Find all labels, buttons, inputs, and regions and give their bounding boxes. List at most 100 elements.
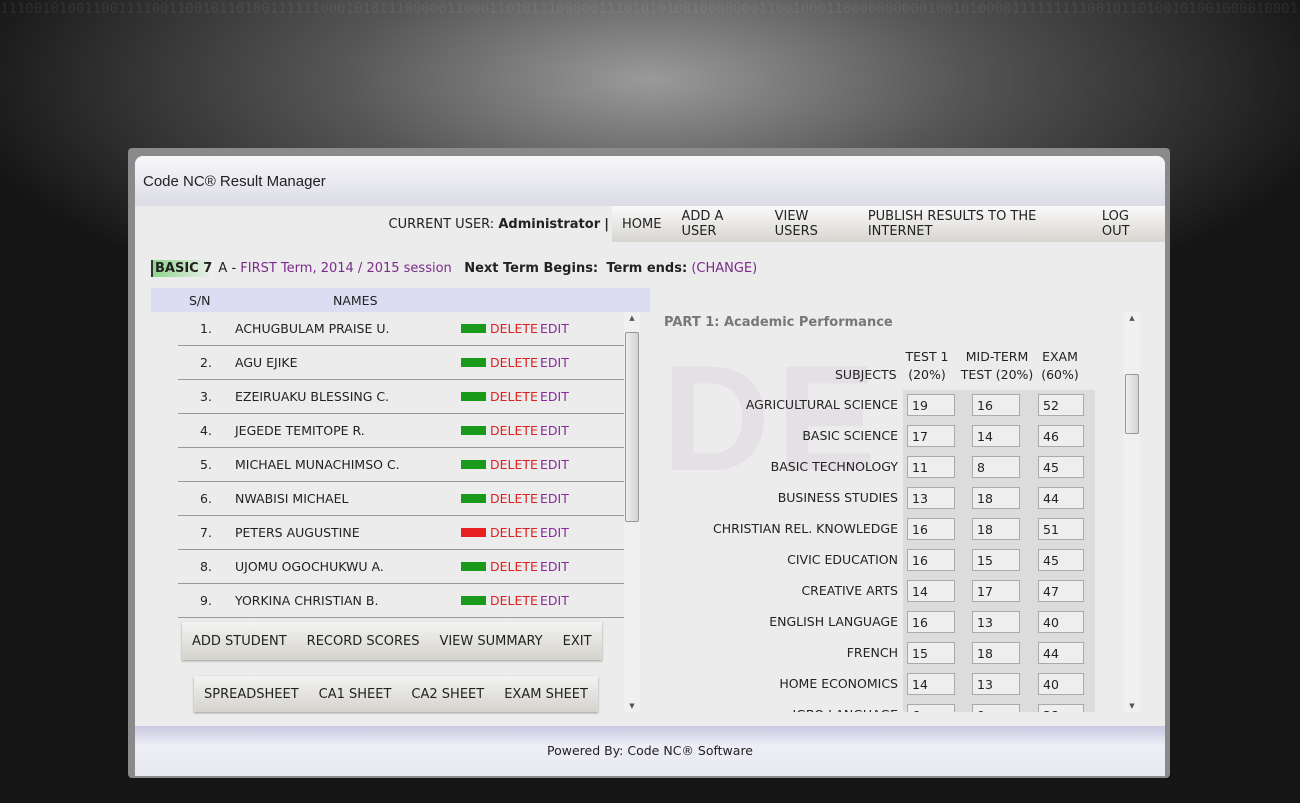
exam-input[interactable]: 45 [1038,456,1084,478]
header-names: NAMES [333,293,378,308]
header-sn: S/N [189,293,211,308]
edit-link[interactable]: EDIT [540,559,569,574]
test1-input[interactable]: 14 [907,580,955,602]
subject-name: BASIC SCIENCE [802,428,898,443]
midterm-input[interactable]: 18 [972,487,1020,509]
students-scrollbar[interactable]: ▲ ▼ [624,312,640,712]
scroll-thumb[interactable] [1125,374,1139,434]
test1-input[interactable]: 11 [907,456,955,478]
status-indicator [461,426,486,435]
nav-home[interactable]: HOME [612,217,671,232]
student-sn: 7. [200,525,212,540]
subject-row: CIVIC EDUCATION 16 15 45 [655,545,1095,576]
test1-input[interactable]: 17 [907,425,955,447]
view-summary-button[interactable]: VIEW SUMMARY [429,634,552,649]
midterm-input[interactable]: 13 [972,611,1020,633]
test1-input[interactable]: 16 [907,518,955,540]
exam-input[interactable]: 46 [1038,425,1084,447]
current-user: CURRENT USER: Administrator | [389,217,609,232]
nav-add-user[interactable]: ADD A USER [671,209,764,239]
scroll-down-icon[interactable]: ▼ [624,702,640,710]
delete-link[interactable]: DELETE [490,321,538,336]
test1-input[interactable]: 16 [907,549,955,571]
test1-input[interactable]: 13 [907,487,955,509]
midterm-input[interactable]: 8 [972,456,1020,478]
exam-input[interactable]: 51 [1038,518,1084,540]
delete-link[interactable]: DELETE [490,593,538,608]
footer: Powered By: Code NC® Software [135,726,1165,776]
nav-view-users[interactable]: VIEW USERS [765,209,858,239]
app-window: Code NC® Result Manager CURRENT USER: Ad… [128,148,1170,778]
exam-input[interactable]: 47 [1038,580,1084,602]
edit-link[interactable]: EDIT [540,593,569,608]
delete-link[interactable]: DELETE [490,525,538,540]
exam-input[interactable]: 38 [1038,704,1084,712]
delete-link[interactable]: DELETE [490,355,538,370]
exam-input[interactable]: 44 [1038,642,1084,664]
spreadsheet-button[interactable]: SPREADSHEET [194,687,309,702]
delete-link[interactable]: DELETE [490,491,538,506]
exam-input[interactable]: 40 [1038,673,1084,695]
student-row: 7. PETERS AUGUSTINE DELETE EDIT [178,516,640,550]
current-user-label: CURRENT USER: [389,217,495,232]
main-nav: HOME ADD A USER VIEW USERS PUBLISH RESUL… [612,206,1165,242]
scroll-up-icon[interactable]: ▲ [1124,314,1140,322]
delete-link[interactable]: DELETE [490,457,538,472]
exam-input[interactable]: 45 [1038,549,1084,571]
nav-logout[interactable]: LOG OUT [1092,209,1165,239]
test1-input[interactable]: 14 [907,673,955,695]
student-row: 3. EZEIRUAKU BLESSING C. DELETE EDIT [178,380,640,414]
edit-link[interactable]: EDIT [540,321,569,336]
student-name: AGU EJIKE [235,355,298,370]
student-name: JEGEDE TEMITOPE R. [235,423,365,438]
record-scores-button[interactable]: RECORD SCORES [297,634,430,649]
status-indicator [461,324,486,333]
exam-input[interactable]: 52 [1038,394,1084,416]
edit-link[interactable]: EDIT [540,457,569,472]
test1-input[interactable]: 16 [907,611,955,633]
edit-link[interactable]: EDIT [540,389,569,404]
change-link[interactable]: (CHANGE) [691,261,757,276]
midterm-input[interactable]: 15 [972,549,1020,571]
midterm-input[interactable]: 18 [972,642,1020,664]
test1-input[interactable]: 6 [907,704,955,712]
scroll-thumb[interactable] [625,332,639,522]
scroll-up-icon[interactable]: ▲ [624,314,640,322]
add-student-button[interactable]: ADD STUDENT [182,634,297,649]
delete-link[interactable]: DELETE [490,389,538,404]
header-midterm: MID-TERM TEST (20%) [960,348,1034,384]
scores-scrollbar[interactable]: ▲ ▼ [1124,312,1140,712]
midterm-input[interactable]: 14 [972,425,1020,447]
edit-link[interactable]: EDIT [540,491,569,506]
scroll-down-icon[interactable]: ▼ [1124,702,1140,710]
exam-sheet-button[interactable]: EXAM SHEET [494,687,598,702]
test1-input[interactable]: 19 [907,394,955,416]
nav-publish-results[interactable]: PUBLISH RESULTS TO THE INTERNET [858,209,1092,239]
delete-link[interactable]: DELETE [490,423,538,438]
delete-link[interactable]: DELETE [490,559,538,574]
student-name: YORKINA CHRISTIAN B. [235,593,378,608]
student-row: 4. JEGEDE TEMITOPE R. DELETE EDIT [178,414,640,448]
exam-input[interactable]: 44 [1038,487,1084,509]
exam-input[interactable]: 40 [1038,611,1084,633]
status-indicator [461,460,486,469]
edit-link[interactable]: EDIT [540,525,569,540]
ca1-sheet-button[interactable]: CA1 SHEET [309,687,402,702]
edit-link[interactable]: EDIT [540,423,569,438]
ca2-sheet-button[interactable]: CA2 SHEET [401,687,494,702]
student-sn: 3. [200,389,212,404]
edit-link[interactable]: EDIT [540,355,569,370]
midterm-input[interactable]: 13 [972,673,1020,695]
subject-name: CHRISTIAN REL. KNOWLEDGE [713,521,898,536]
midterm-input[interactable]: 18 [972,518,1020,540]
header-subjects: SUBJECTS [835,366,897,384]
midterm-input[interactable]: 9 [972,704,1020,712]
student-sn: 5. [200,457,212,472]
subject-name: FRENCH [847,645,898,660]
part-title: PART 1: Academic Performance [664,315,893,330]
midterm-input[interactable]: 17 [972,580,1020,602]
test1-input[interactable]: 15 [907,642,955,664]
sheet-actions: SPREADSHEET CA1 SHEET CA2 SHEET EXAM SHE… [194,676,598,712]
exit-button[interactable]: EXIT [553,634,602,649]
midterm-input[interactable]: 16 [972,394,1020,416]
